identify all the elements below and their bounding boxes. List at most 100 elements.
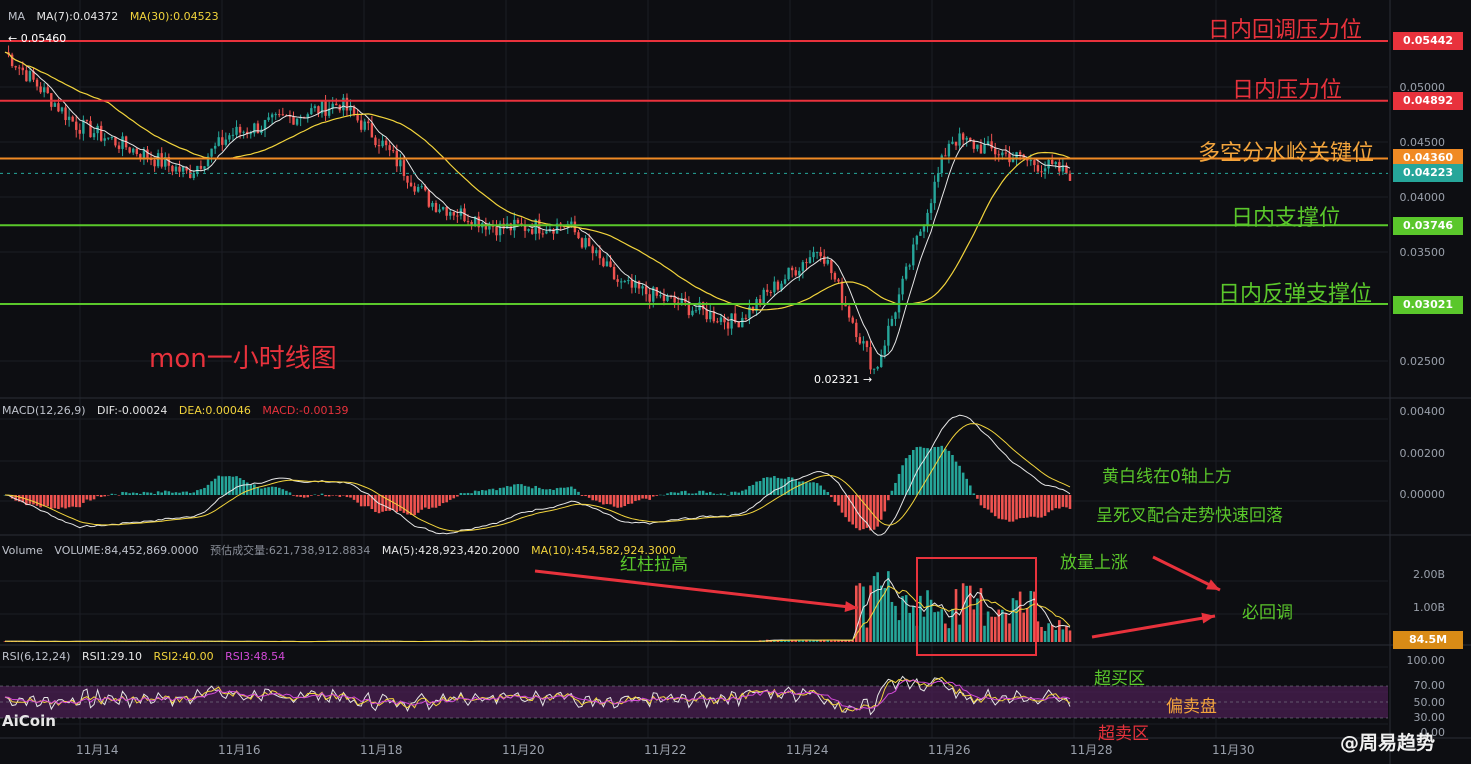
rsi-tick: 100.00 — [1406, 654, 1446, 667]
macd-bar — [883, 495, 887, 512]
macd-bar — [680, 491, 684, 495]
macd-bar — [491, 488, 495, 495]
candle-body — [644, 286, 648, 295]
macd-tick: 0.00400 — [1399, 405, 1446, 418]
macd-bar — [35, 495, 39, 506]
candle-body — [359, 120, 363, 130]
candle-body — [57, 103, 60, 112]
candle-body — [466, 221, 470, 223]
macd-bar — [359, 495, 363, 507]
y-tick: 0.02500 — [1399, 355, 1446, 368]
candle-body — [527, 229, 530, 231]
macd-bar — [459, 492, 463, 495]
candle-body — [944, 155, 947, 157]
candle-body — [659, 295, 662, 297]
candle-body — [228, 135, 231, 140]
candle-body — [630, 280, 634, 288]
candle-body — [815, 252, 819, 254]
candle-body — [313, 106, 317, 109]
candle-body — [855, 322, 858, 338]
macd-bar — [862, 495, 865, 530]
macd-bar — [181, 491, 185, 495]
volume-bars — [3, 571, 1072, 642]
macd-bar — [1036, 495, 1040, 518]
candle-body — [14, 66, 17, 68]
macd-bar — [1043, 495, 1047, 516]
macd-bar — [887, 495, 890, 501]
price-tag-4: 0.03746 — [1393, 217, 1463, 235]
macd-bar — [716, 494, 719, 495]
volume-bar — [1054, 629, 1058, 642]
candle-body — [826, 260, 829, 264]
aicoin-logo: AiCoin — [2, 712, 56, 730]
candle-body — [762, 289, 765, 304]
macd-bar — [630, 495, 634, 504]
candle-body — [858, 337, 862, 344]
macd-note-2: 呈死叉配合走势快速回落 — [1096, 506, 1283, 526]
candle-body — [42, 87, 46, 93]
candle-body — [908, 265, 911, 267]
macd-bar — [32, 495, 35, 505]
macd-bar — [42, 495, 46, 507]
macd-bar — [92, 495, 96, 500]
macd-bar — [1001, 495, 1004, 520]
candle-body — [221, 137, 224, 145]
macd-bar — [894, 482, 897, 495]
candle-body — [342, 97, 345, 111]
macd-bar — [587, 495, 591, 498]
candle-body — [377, 145, 381, 147]
macd-bar — [131, 492, 135, 495]
macd-bar — [253, 484, 256, 495]
candle-body — [773, 281, 776, 293]
candle-body — [196, 165, 199, 174]
macd-bar — [39, 495, 42, 508]
candle-body — [790, 267, 794, 271]
candle-body — [392, 150, 395, 152]
macd-bar — [947, 450, 951, 495]
macd-bar — [64, 495, 67, 509]
macd-bar — [655, 495, 659, 496]
candle-body — [114, 137, 117, 146]
macd-bar — [324, 495, 327, 497]
macd-bar — [1054, 495, 1058, 509]
current-price-tag: 0.04223 — [1393, 164, 1463, 182]
macd-bar — [260, 488, 263, 495]
macd-bar — [990, 495, 993, 513]
candle-body — [951, 141, 954, 144]
macd-bar — [334, 495, 338, 496]
macd-bar — [933, 447, 936, 495]
ma7-line — [4, 51, 1071, 357]
volume-ma5: MA(5):428,923,420.2000 — [381, 544, 520, 557]
macd-bar — [1047, 495, 1050, 513]
candle-body — [833, 273, 837, 280]
macd-bar — [566, 487, 570, 495]
macd-bar — [505, 486, 509, 495]
macd-bar — [698, 490, 701, 495]
macd-bar — [317, 495, 320, 496]
candle-body — [1033, 160, 1036, 166]
candle-body — [295, 118, 299, 125]
volume-bar — [865, 627, 869, 642]
macd-bar — [424, 495, 427, 508]
macd-bar — [220, 476, 224, 495]
volume-label: Volume — [2, 544, 43, 557]
macd-bar — [1050, 495, 1054, 511]
volume-bar — [1043, 630, 1047, 642]
candle-body — [39, 86, 42, 93]
level-label-4: 日内支撑位 — [1231, 206, 1342, 231]
macd-bar — [409, 495, 413, 515]
macd-bar — [270, 486, 274, 495]
volume-bar — [933, 612, 936, 642]
candle-body — [805, 262, 808, 264]
macd-bar — [523, 485, 527, 495]
macd-bar — [117, 495, 121, 496]
x-tick: 11月14 — [76, 743, 119, 757]
candle-body — [840, 281, 844, 304]
macd-bar — [922, 447, 926, 495]
macd-bar — [623, 495, 627, 507]
rsi-tick: 30.00 — [1413, 711, 1446, 724]
volume-bar — [876, 572, 879, 642]
macd-bar — [363, 495, 367, 507]
macd-bar — [60, 495, 64, 508]
level-label-1: 日内回调压力位 — [1208, 18, 1363, 43]
